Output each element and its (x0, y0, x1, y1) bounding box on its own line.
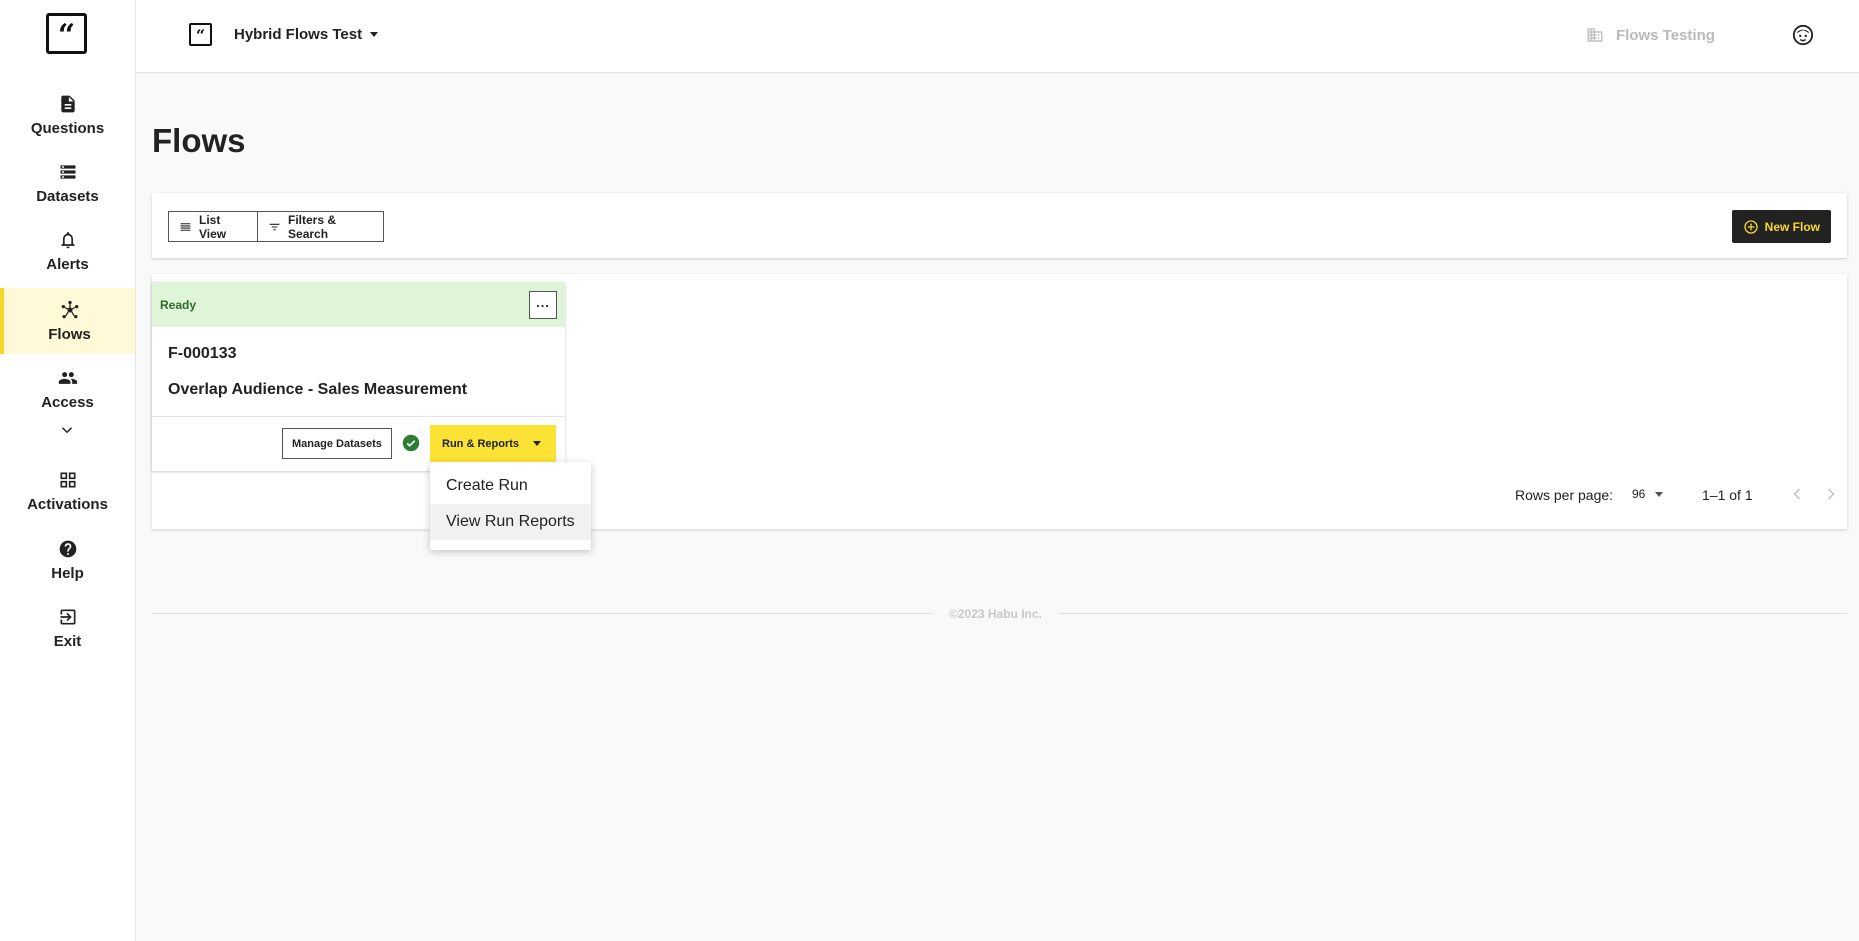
filters-search-label: Filters & Search (288, 212, 337, 241)
access-expand-chevron-icon[interactable] (58, 421, 76, 439)
new-flow-label: New Flow (1764, 219, 1820, 234)
flow-name[interactable]: Overlap Audience - Sales Measurement (168, 381, 467, 399)
new-flow-button[interactable]: New Flow (1731, 210, 1831, 243)
caret-down-icon (370, 32, 379, 37)
sidebar-item-help[interactable]: Help (0, 527, 135, 593)
org-switcher[interactable]: Hybrid Flows Test (234, 26, 379, 43)
sidebar-item-label: Exit (53, 632, 82, 650)
flow-icon (61, 300, 78, 318)
add-circle-icon (1743, 219, 1758, 234)
more-options-button[interactable]: ... (529, 291, 557, 319)
sidebar-item-label: Alerts (46, 255, 89, 273)
grid-icon (60, 472, 75, 487)
project-selector[interactable]: Flows Testing (1586, 26, 1715, 44)
pagination-range: 1–1 of 1 (1702, 487, 1753, 503)
topbar: “ Hybrid Flows Test Flows Testing (136, 0, 1859, 73)
caret-down-icon (533, 441, 541, 446)
list-view-label: List View (198, 212, 227, 241)
caret-down-icon (1655, 491, 1664, 497)
sidebar-item-alerts[interactable]: Alerts (0, 218, 135, 284)
filters-search-button[interactable]: Filters & Search (257, 211, 384, 242)
exit-icon (60, 609, 75, 624)
list-view-button[interactable]: List View (168, 211, 258, 242)
sidebar-item-access[interactable]: Access (0, 356, 135, 422)
page-title: Flows (152, 122, 246, 159)
menu-item-view-run-reports[interactable]: View Run Reports (430, 504, 591, 540)
document-icon (60, 95, 75, 112)
check-circle-icon (402, 434, 420, 452)
flows-list: Ready ... F-000133 Overlap Audience - Sa… (152, 274, 1847, 529)
chevron-right-icon (1827, 488, 1835, 500)
sidebar-item-questions[interactable]: Questions (0, 82, 135, 148)
run-reports-menu: Create Run View Run Reports (430, 462, 591, 550)
project-name: Flows Testing (1616, 26, 1715, 44)
copyright-text: ©2023 Habu Inc. (933, 607, 1058, 621)
sidebar-item-activations[interactable]: Activations (0, 458, 135, 524)
menu-item-create-run[interactable]: Create Run (430, 468, 591, 504)
chevron-left-icon (1793, 488, 1801, 500)
sidebar-item-label: Help (51, 564, 84, 582)
building-icon (1587, 28, 1603, 42)
next-page-button[interactable] (1821, 484, 1841, 504)
flow-card-header: Ready ... (152, 282, 565, 327)
flows-toolbar: List View Filters & Search New Flow (152, 193, 1847, 258)
rows-per-page-select[interactable]: 96 (1632, 487, 1664, 501)
bell-icon (60, 231, 75, 248)
manage-datasets-label: Manage Datasets (292, 437, 382, 450)
help-icon (59, 540, 76, 557)
sidebar: “ Questions Datasets Alerts Flows Access… (0, 0, 136, 941)
sidebar-item-exit[interactable]: Exit (0, 595, 135, 661)
sidebar-item-label: Activations (27, 495, 108, 513)
people-icon (58, 371, 77, 384)
run-reports-button[interactable]: Run & Reports (430, 425, 556, 462)
flow-card: Ready ... F-000133 Overlap Audience - Sa… (152, 282, 565, 471)
org-logo-icon: “ (189, 23, 212, 46)
list-view-icon (180, 222, 191, 231)
sidebar-item-datasets[interactable]: Datasets (0, 150, 135, 216)
manage-datasets-button[interactable]: Manage Datasets (282, 428, 392, 459)
sidebar-item-label: Datasets (36, 187, 99, 205)
flow-id: F-000133 (168, 345, 237, 362)
user-avatar-icon[interactable] (1792, 24, 1814, 46)
filter-icon (269, 223, 280, 230)
sidebar-item-flows[interactable]: Flows (0, 288, 135, 354)
status-badge: Ready (160, 297, 197, 312)
sidebar-item-label: Flows (48, 325, 91, 343)
list-icon (60, 164, 75, 179)
rows-per-page-value: 96 (1632, 487, 1646, 501)
habu-logo-icon[interactable]: “ (46, 13, 87, 54)
org-name: Hybrid Flows Test (234, 26, 363, 43)
run-reports-label: Run & Reports (442, 437, 519, 450)
previous-page-button[interactable] (1787, 484, 1807, 504)
rows-per-page-label: Rows per page: (1515, 487, 1614, 503)
sidebar-item-label: Access (41, 393, 94, 411)
sidebar-item-label: Questions (30, 119, 105, 137)
